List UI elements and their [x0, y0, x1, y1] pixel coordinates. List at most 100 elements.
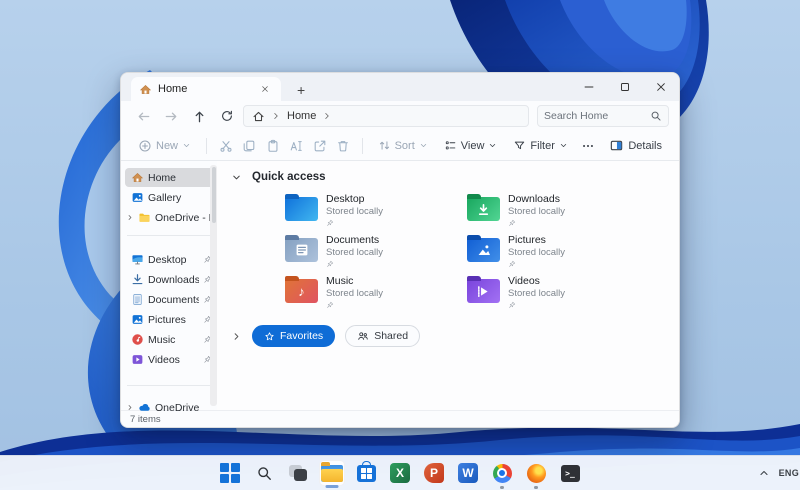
chevron-down-icon[interactable] [231, 172, 242, 183]
chevron-right-icon[interactable] [126, 403, 134, 412]
sidebar-item-music[interactable]: Music [125, 330, 215, 349]
windows-logo-icon [220, 463, 240, 483]
cloud-icon [138, 401, 151, 414]
sidebar-item-downloads[interactable]: Downloads [125, 270, 215, 289]
sidebar-item-videos[interactable]: Videos [125, 350, 215, 369]
chevron-right-icon[interactable] [126, 213, 134, 222]
desktop-folder-icon [285, 194, 318, 221]
paste-button[interactable] [262, 134, 283, 158]
folder-icon [138, 211, 151, 224]
divider [127, 385, 211, 386]
picture-icon [131, 313, 144, 326]
powerpoint-button[interactable]: P [421, 460, 447, 486]
forward-button[interactable] [159, 105, 183, 127]
gallery-icon [131, 191, 144, 204]
quick-access-item-videos[interactable]: Videos Stored locally [467, 275, 649, 311]
task-view-button[interactable] [285, 460, 311, 486]
quick-access-item-desktop[interactable]: Desktop Stored locally [285, 193, 467, 229]
taskbar-search-button[interactable] [251, 460, 277, 486]
pin-icon [508, 301, 565, 309]
people-icon [357, 330, 369, 342]
excel-icon: X [390, 463, 410, 483]
quick-access-header[interactable]: Quick access [231, 171, 679, 183]
divider [127, 235, 211, 236]
breadcrumb-home-icon[interactable] [252, 110, 265, 123]
tray-chevron-up-icon[interactable] [758, 467, 770, 479]
pin-icon [326, 219, 383, 227]
rename-button[interactable] [285, 134, 306, 158]
sidebar-scrollbar[interactable] [210, 165, 217, 406]
details-button[interactable]: Details [602, 134, 669, 158]
chrome-icon [492, 463, 512, 483]
quick-access-item-pictures[interactable]: Pictures Stored locally [467, 234, 649, 270]
copy-button[interactable] [238, 134, 259, 158]
chevron-right-icon [322, 111, 332, 121]
taskbar: X P W >_ ENG [0, 455, 800, 490]
new-button[interactable]: New [131, 134, 198, 158]
breadcrumb[interactable]: Home [243, 105, 529, 127]
chrome-button[interactable] [489, 460, 515, 486]
navigation-bar: Home [121, 101, 679, 131]
breadcrumb-item-home[interactable]: Home [287, 110, 316, 122]
chevron-right-icon[interactable] [231, 331, 242, 342]
favorites-row: Favorites Shared [231, 325, 679, 347]
filter-button[interactable]: Filter [506, 134, 574, 158]
file-explorer-taskbar-button[interactable] [319, 460, 345, 486]
sidebar-item-desktop[interactable]: Desktop [125, 250, 215, 269]
refresh-button[interactable] [215, 105, 239, 127]
home-icon [131, 171, 144, 184]
favorites-pill[interactable]: Favorites [252, 325, 336, 347]
powerpoint-icon: P [424, 463, 444, 483]
command-bar: New Sort View Filter Details [121, 131, 679, 161]
close-button[interactable] [643, 73, 679, 101]
terminal-icon: >_ [560, 464, 580, 482]
music-icon [131, 333, 144, 346]
firefox-button[interactable] [523, 460, 549, 486]
tab-close-icon[interactable] [257, 82, 273, 96]
sidebar-item-onedrive[interactable]: OneDrive [125, 398, 215, 417]
minimize-button[interactable] [571, 73, 607, 101]
desktop-icon [131, 253, 144, 266]
pin-icon [508, 219, 565, 227]
search-box[interactable] [537, 105, 669, 127]
sidebar-item-onedrive-personal[interactable]: OneDrive - Perso [125, 208, 215, 227]
new-tab-button[interactable]: + [291, 82, 311, 101]
sort-button[interactable]: Sort [371, 134, 435, 158]
sidebar-item-documents[interactable]: Documents [125, 290, 215, 309]
terminal-button[interactable]: >_ [557, 460, 583, 486]
view-button[interactable]: View [437, 134, 505, 158]
sidebar: Home Gallery OneDrive - Perso Desktop [121, 161, 217, 414]
music-folder-icon: ♪ [285, 276, 318, 303]
sidebar-item-home[interactable]: Home [125, 168, 215, 187]
divider [361, 137, 363, 154]
search-input[interactable] [544, 110, 650, 122]
cut-button[interactable] [215, 134, 236, 158]
back-button[interactable] [131, 105, 155, 127]
video-icon [131, 353, 144, 366]
quick-access-item-documents[interactable]: Documents Stored locally [285, 234, 467, 270]
microsoft-store-button[interactable] [353, 460, 379, 486]
tab-label: Home [158, 83, 188, 95]
delete-button[interactable] [332, 134, 353, 158]
download-icon [131, 273, 144, 286]
sidebar-item-gallery[interactable]: Gallery [125, 188, 215, 207]
up-button[interactable] [187, 105, 211, 127]
see-more-button[interactable] [577, 134, 598, 158]
start-button[interactable] [217, 460, 243, 486]
sidebar-item-pictures[interactable]: Pictures [125, 310, 215, 329]
search-icon[interactable] [650, 110, 662, 122]
pin-icon [508, 260, 565, 268]
window-controls [571, 73, 679, 101]
shared-pill[interactable]: Shared [345, 325, 421, 347]
word-button[interactable]: W [455, 460, 481, 486]
tab-home[interactable]: Home [131, 77, 281, 101]
language-indicator[interactable]: ENG [779, 468, 799, 478]
quick-access-grid: Desktop Stored locally Downloads Stored … [285, 193, 679, 311]
pictures-folder-icon [467, 235, 500, 262]
window-body: Home Gallery OneDrive - Perso Desktop [121, 161, 679, 414]
excel-button[interactable]: X [387, 460, 413, 486]
share-button[interactable] [309, 134, 330, 158]
quick-access-item-music[interactable]: ♪ Music Stored locally [285, 275, 467, 311]
maximize-button[interactable] [607, 73, 643, 101]
quick-access-item-downloads[interactable]: Downloads Stored locally [467, 193, 649, 229]
